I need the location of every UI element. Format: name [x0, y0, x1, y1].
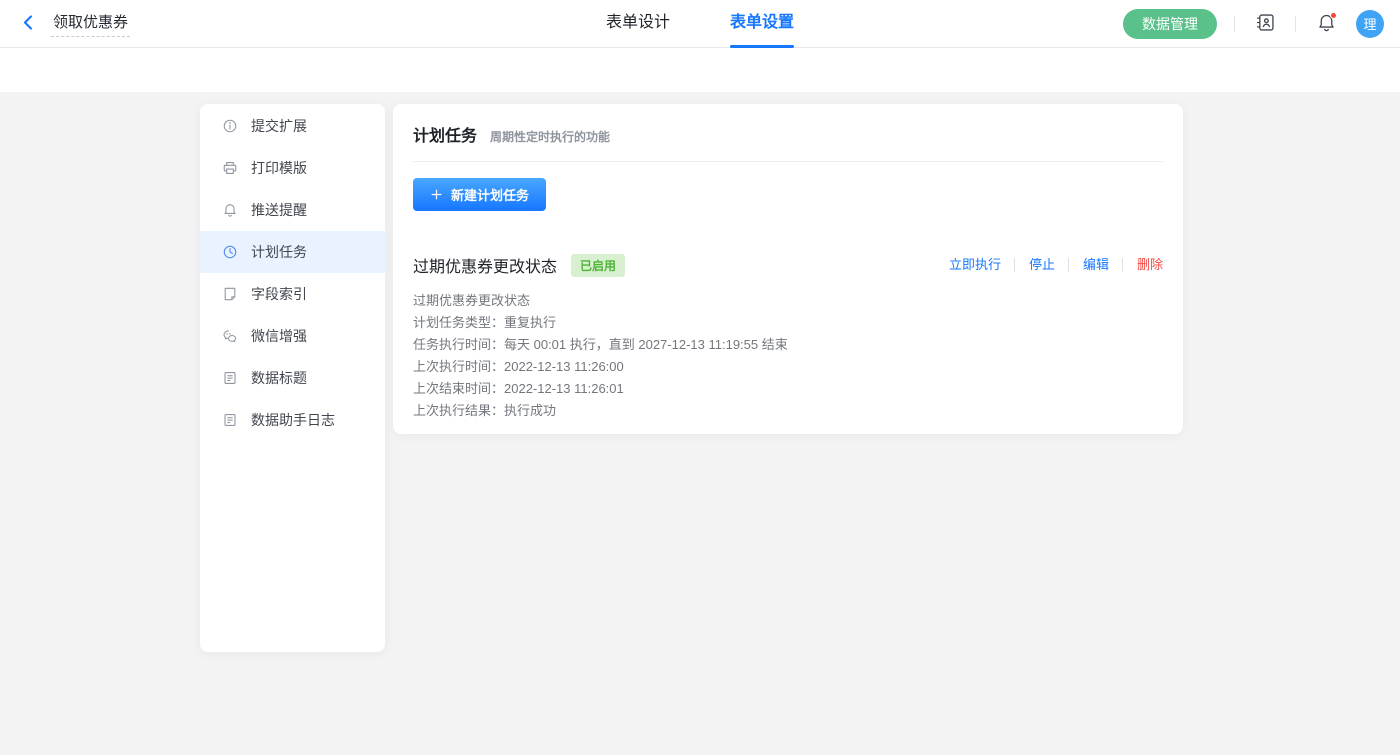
- notification-button[interactable]: [1313, 11, 1339, 37]
- task-detail-line: 过期优惠券更改状态: [413, 290, 1163, 312]
- sidebar-item-submit-extension[interactable]: 提交扩展: [200, 105, 385, 147]
- sidebar-menu: 提交扩展 打印模版 推送提醒 计划任务: [200, 105, 385, 441]
- header-divider: [1295, 16, 1296, 32]
- sidebar-item-label: 计划任务: [251, 242, 307, 262]
- task-card: 过期优惠券更改状态 已启用 立即执行停止编辑删除 过期优惠券更改状态计划任务类型…: [413, 253, 1163, 422]
- sidebar-item-push-reminder[interactable]: 推送提醒: [200, 189, 385, 231]
- task-details: 过期优惠券更改状态计划任务类型：重复执行任务执行时间：每天 00:01 执行，直…: [413, 290, 1163, 422]
- toolbar-strip: [0, 48, 1400, 92]
- back-button[interactable]: [16, 12, 40, 36]
- list-icon: [222, 412, 238, 428]
- task-detail-line: 上次结束时间：2022-12-13 11:26:01: [413, 378, 1163, 400]
- back-chevron-icon: [20, 14, 37, 34]
- content-area: 提交扩展 打印模版 推送提醒 计划任务: [0, 92, 1400, 754]
- address-book-icon: [1255, 12, 1276, 36]
- list-icon: [222, 370, 238, 386]
- panel-subtitle: 周期性定时执行的功能: [490, 128, 610, 145]
- new-task-button-label: 新建计划任务: [451, 185, 529, 204]
- clock-icon: [222, 244, 238, 260]
- task-detail-line: 上次执行时间：2022-12-13 11:26:00: [413, 356, 1163, 378]
- bell-icon: [222, 202, 238, 218]
- wechat-icon: [222, 328, 238, 344]
- task-detail-line: 任务执行时间：每天 00:01 执行，直到 2027-12-13 11:19:5…: [413, 334, 1163, 356]
- sidebar-item-data-assistant-log[interactable]: 数据助手日志: [200, 399, 385, 441]
- sidebar-item-label: 推送提醒: [251, 200, 307, 220]
- sidebar-item-data-title[interactable]: 数据标题: [200, 357, 385, 399]
- task-detail-line: 计划任务类型：重复执行: [413, 312, 1163, 334]
- header-right: 数据管理 理: [1123, 9, 1384, 39]
- sidebar-item-scheduled-task[interactable]: 计划任务: [200, 231, 385, 273]
- task-name: 过期优惠券更改状态: [413, 253, 557, 277]
- panel-title: 计划任务: [413, 122, 477, 146]
- task-action-edit[interactable]: 编辑: [1068, 258, 1109, 272]
- new-task-button[interactable]: 新建计划任务: [413, 178, 546, 211]
- sidebar-item-label: 数据标题: [251, 368, 307, 388]
- panel-header: 计划任务 周期性定时执行的功能: [413, 122, 1163, 162]
- plus-icon: [430, 188, 443, 201]
- header-divider: [1234, 16, 1235, 32]
- header-tabs: 表单设计 表单设置: [606, 0, 794, 48]
- sidebar-item-label: 字段索引: [251, 284, 307, 304]
- sidebar-item-label: 数据助手日志: [251, 410, 335, 430]
- file-icon: [222, 286, 238, 302]
- sidebar-item-field-index[interactable]: 字段索引: [200, 273, 385, 315]
- data-manage-button[interactable]: 数据管理: [1123, 9, 1217, 39]
- settings-sidebar: 提交扩展 打印模版 推送提醒 计划任务: [200, 104, 385, 652]
- header-left: 领取优惠券: [16, 10, 130, 37]
- sidebar-item-label: 打印模版: [251, 158, 307, 178]
- sidebar-item-label: 提交扩展: [251, 116, 307, 136]
- task-actions: 立即执行停止编辑删除: [949, 258, 1163, 272]
- task-header-row: 过期优惠券更改状态 已启用 立即执行停止编辑删除: [413, 253, 1163, 277]
- info-icon: [222, 118, 238, 134]
- form-title[interactable]: 领取优惠券: [51, 10, 130, 37]
- scheduled-tasks-panel: 计划任务 周期性定时执行的功能 新建计划任务 过期优惠券更改状态 已启用: [393, 104, 1183, 434]
- printer-icon: [222, 160, 238, 176]
- app-root: 领取优惠券 表单设计 表单设置 数据管理 理: [0, 0, 1400, 754]
- contacts-button[interactable]: [1252, 11, 1278, 37]
- task-status-badge: 已启用: [571, 254, 625, 277]
- task-action-delete[interactable]: 删除: [1122, 258, 1163, 272]
- task-action-stop[interactable]: 停止: [1014, 258, 1055, 272]
- task-action-run-now[interactable]: 立即执行: [949, 258, 1001, 272]
- tab-form-design[interactable]: 表单设计: [606, 0, 670, 48]
- tab-form-settings[interactable]: 表单设置: [730, 0, 794, 48]
- avatar[interactable]: 理: [1356, 10, 1384, 38]
- sidebar-item-print-template[interactable]: 打印模版: [200, 147, 385, 189]
- top-header: 领取优惠券 表单设计 表单设置 数据管理 理: [0, 0, 1400, 48]
- notification-dot: [1330, 12, 1337, 19]
- sidebar-item-wechat-enhance[interactable]: 微信增强: [200, 315, 385, 357]
- task-detail-line: 上次执行结果：执行成功: [413, 400, 1163, 422]
- sidebar-item-label: 微信增强: [251, 326, 307, 346]
- task-title-group: 过期优惠券更改状态 已启用: [413, 253, 625, 277]
